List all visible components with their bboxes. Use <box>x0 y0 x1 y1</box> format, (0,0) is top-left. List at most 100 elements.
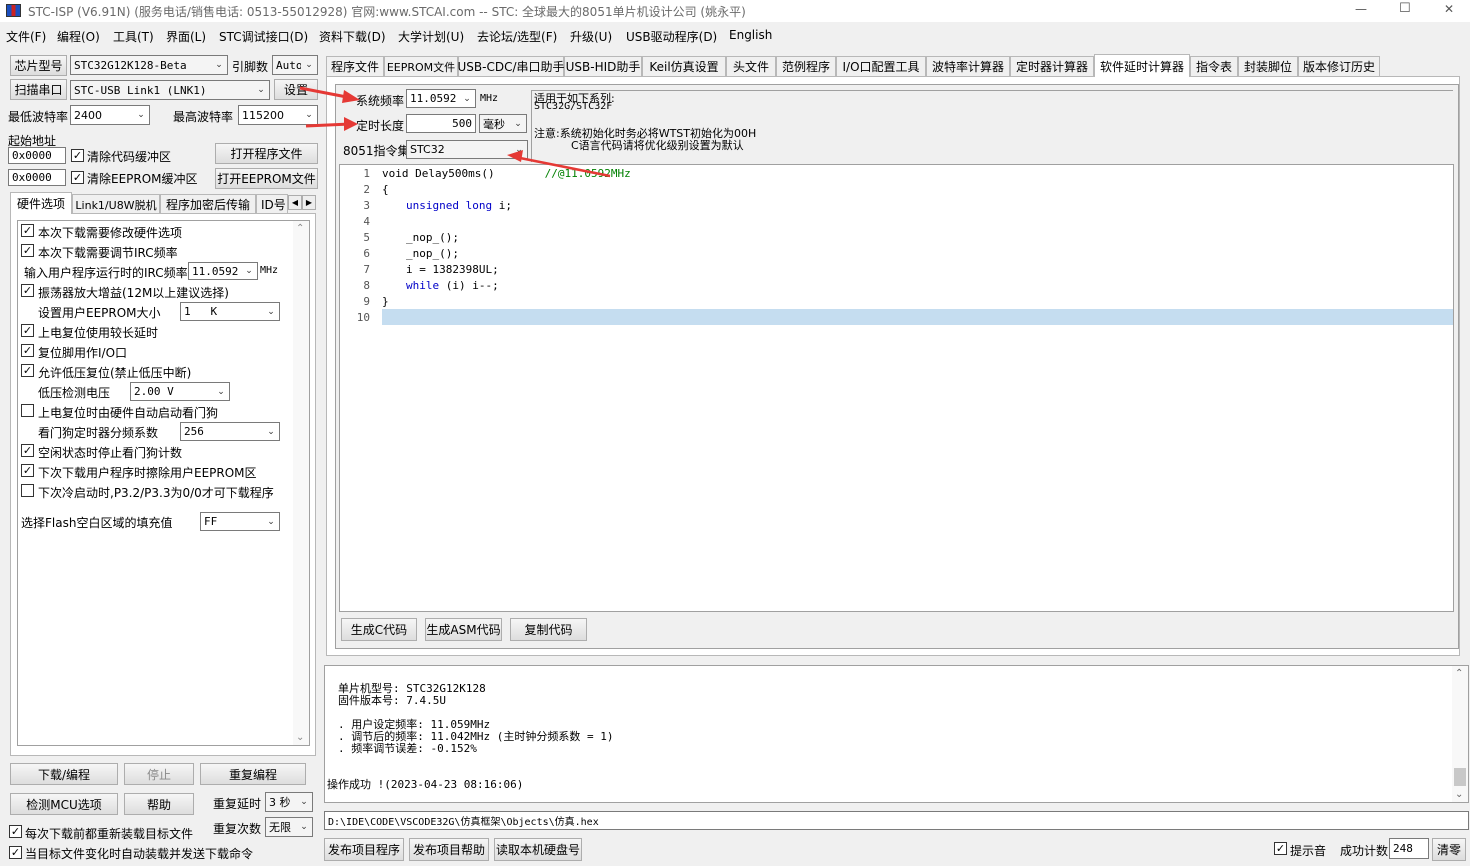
option-checkbox[interactable]: ✓ <box>21 364 34 377</box>
left-tab-hardware[interactable]: 硬件选项 <box>10 192 72 214</box>
help-button[interactable]: 帮助 <box>124 793 194 815</box>
scan-port-button[interactable]: 扫描串口 <box>10 79 67 100</box>
start-address-input[interactable]: 0x0000 <box>8 147 66 164</box>
menu-file[interactable]: 文件(F) <box>6 28 46 45</box>
clear-count-button[interactable]: 清零 <box>1432 838 1466 861</box>
chevron-down-icon[interactable]: ⌄ <box>296 732 304 743</box>
chip-model-select[interactable]: STC32G12K128-Beta ⌄ <box>70 55 228 75</box>
left-tab-link1[interactable]: Link1/U8W脱机 <box>72 194 160 214</box>
min-baud-select[interactable]: 2400 ⌄ <box>70 105 150 125</box>
tab-eeprom-file[interactable]: EEPROM文件 <box>384 56 458 76</box>
download-button[interactable]: 下载/编程 <box>10 763 118 785</box>
settings-button[interactable]: 设置 <box>274 79 318 100</box>
log-scrollbar[interactable]: ⌃ ⌄ <box>1452 666 1468 802</box>
eeprom-size-select[interactable]: 1 K ⌄ <box>180 302 280 321</box>
tab-history[interactable]: 版本修订历史 <box>1298 56 1380 76</box>
option-checkbox[interactable] <box>21 484 34 497</box>
tab-usb-cdc[interactable]: USB-CDC/串口助手 <box>458 56 565 76</box>
menu-debug[interactable]: STC调试接口(D) <box>219 28 308 45</box>
tab-timer-calc[interactable]: 定时器计算器 <box>1010 56 1094 76</box>
minimize-button[interactable]: — <box>1355 2 1367 16</box>
menu-usb-driver[interactable]: USB驱动程序(D) <box>626 28 717 45</box>
code-editor[interactable]: 1 2 3 4 5 6 7 8 9 10 void Delay500ms() //… <box>339 164 1454 612</box>
tab-program-file[interactable]: 程序文件 <box>326 56 384 76</box>
menu-download[interactable]: 资料下载(D) <box>319 28 386 45</box>
chip-model-button[interactable]: 芯片型号 <box>10 55 67 76</box>
irc-frequency-select[interactable]: 11.0592 ⌄ <box>188 262 258 280</box>
tab-scroll-left-icon[interactable]: ◀ <box>288 195 302 210</box>
publish-help-button[interactable]: 发布项目帮助 <box>409 838 489 861</box>
option-checkbox[interactable]: ✓ <box>21 284 34 297</box>
chevron-up-icon[interactable]: ⌃ <box>296 223 304 234</box>
chevron-down-icon[interactable]: ⌄ <box>1455 789 1463 800</box>
isa-select[interactable]: STC32 ⌄ <box>406 140 528 159</box>
publish-program-button[interactable]: 发布项目程序 <box>324 838 404 861</box>
menu-interface[interactable]: 界面(L) <box>166 28 206 45</box>
stop-button[interactable]: 停止 <box>124 763 194 785</box>
tab-usb-hid[interactable]: USB-HID助手 <box>564 56 642 76</box>
beep-checkbox[interactable]: ✓ <box>1274 842 1287 855</box>
menu-program[interactable]: 编程(O) <box>57 28 100 45</box>
flash-fill-select[interactable]: FF ⌄ <box>200 512 280 531</box>
tab-io-config[interactable]: I/O口配置工具 <box>836 56 926 76</box>
left-tab-encrypt[interactable]: 程序加密后传输 <box>160 194 256 214</box>
open-eeprom-button[interactable]: 打开EEPROM文件 <box>215 168 318 189</box>
auto-send-checkbox[interactable]: ✓ <box>9 846 22 859</box>
maximize-button[interactable]: ☐ <box>1399 1 1411 16</box>
tab-baud-calc[interactable]: 波特率计算器 <box>926 56 1010 76</box>
menu-tools[interactable]: 工具(T) <box>113 28 154 45</box>
reprogram-button[interactable]: 重复编程 <box>200 763 306 785</box>
option-checkbox[interactable]: ✓ <box>21 324 34 337</box>
port-select[interactable]: STC-USB Link1 (LNK1) ⌄ <box>70 80 270 100</box>
watchdog-divider-select[interactable]: 256 ⌄ <box>180 422 280 441</box>
irc-frequency-value: 11.0592 <box>192 264 239 278</box>
pin-count-select[interactable]: Auto ⌄ <box>272 55 318 75</box>
eeprom-address-input[interactable]: 0x0000 <box>8 169 66 186</box>
options-scrollbar[interactable]: ⌃ ⌄ <box>293 221 309 745</box>
option-checkbox[interactable]: ✓ <box>21 224 34 237</box>
option-checkbox[interactable]: ✓ <box>21 444 34 457</box>
option-checkbox[interactable] <box>21 404 34 417</box>
generate-asm-button[interactable]: 生成ASM代码 <box>425 618 502 641</box>
clear-code-checkbox[interactable]: ✓ <box>71 149 84 162</box>
repeat-delay-select[interactable]: 3 秒 ⌄ <box>265 792 313 812</box>
max-baud-select[interactable]: 115200 ⌄ <box>238 105 318 125</box>
menu-english[interactable]: English <box>729 28 772 42</box>
copy-code-button[interactable]: 复制代码 <box>510 618 587 641</box>
success-count-field[interactable]: 248 <box>1389 838 1429 859</box>
generate-c-button[interactable]: 生成C代码 <box>341 618 417 641</box>
menu-university[interactable]: 大学计划(U) <box>398 28 464 45</box>
clear-eeprom-checkbox[interactable]: ✓ <box>71 171 84 184</box>
read-disk-id-button[interactable]: 读取本机硬盘号 <box>494 838 582 861</box>
code-line-9: } <box>382 295 389 308</box>
log-scroll-thumb[interactable] <box>1454 768 1466 786</box>
left-tab-id[interactable]: ID号 <box>256 194 288 214</box>
duration-unit-select[interactable]: 毫秒 ⌄ <box>479 114 527 133</box>
option-checkbox[interactable]: ✓ <box>21 464 34 477</box>
close-button[interactable]: ✕ <box>1444 2 1454 16</box>
repeat-delay-label: 重复延时 <box>213 797 262 811</box>
option-checkbox[interactable]: ✓ <box>21 244 34 257</box>
repeat-count-value: 无限 <box>269 821 291 834</box>
tab-package[interactable]: 封装脚位 <box>1238 56 1298 76</box>
open-program-button[interactable]: 打开程序文件 <box>215 143 318 164</box>
sysfreq-select[interactable]: 11.0592 ⌄ <box>406 89 476 108</box>
reload-each-checkbox[interactable]: ✓ <box>9 825 22 838</box>
tab-header-file[interactable]: 头文件 <box>726 56 776 76</box>
line-number: 5 <box>363 231 370 244</box>
repeat-count-select[interactable]: 无限 ⌄ <box>265 817 313 837</box>
tab-instructions[interactable]: 指令表 <box>1190 56 1238 76</box>
current-line-highlight <box>382 309 1453 325</box>
tab-scroll-right-icon[interactable]: ▶ <box>302 195 316 210</box>
menu-forum[interactable]: 去论坛/选型(F) <box>477 28 557 45</box>
tab-delay-calc[interactable]: 软件延时计算器 <box>1094 54 1190 77</box>
option-checkbox[interactable]: ✓ <box>21 344 34 357</box>
detect-mcu-button[interactable]: 检测MCU选项 <box>10 793 118 815</box>
menu-upgrade[interactable]: 升级(U) <box>570 28 612 45</box>
file-path-field[interactable]: D:\IDE\CODE\VSCODE32G\仿真框架\Objects\仿真.he… <box>324 811 1469 830</box>
lvd-voltage-select[interactable]: 2.00 V ⌄ <box>130 382 230 401</box>
chevron-up-icon[interactable]: ⌃ <box>1455 668 1463 679</box>
duration-input[interactable]: 500 <box>406 114 476 133</box>
tab-examples[interactable]: 范例程序 <box>776 56 836 76</box>
tab-keil[interactable]: Keil仿真设置 <box>642 56 726 76</box>
